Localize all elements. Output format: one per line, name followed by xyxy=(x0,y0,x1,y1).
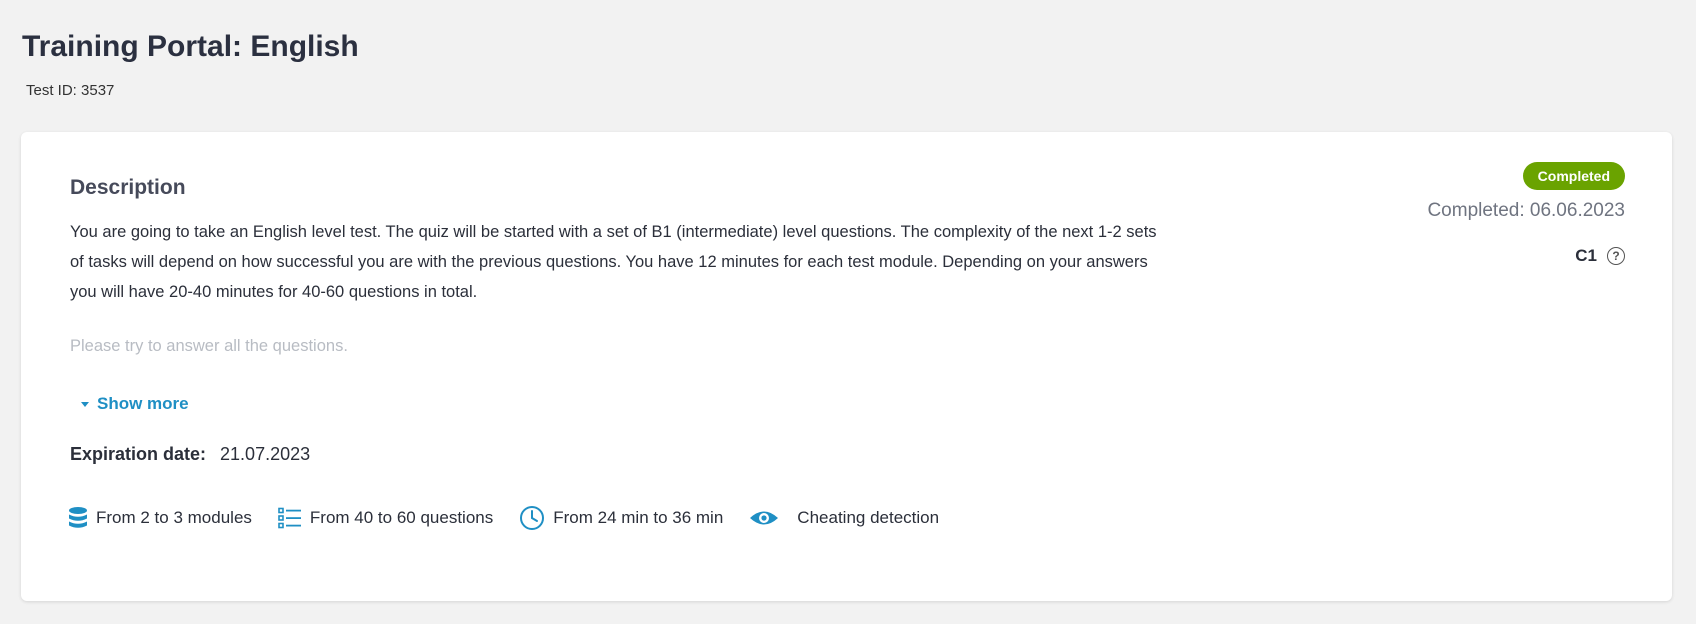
feature-modules-label: From 2 to 3 modules xyxy=(96,508,252,527)
help-icon[interactable]: ? xyxy=(1607,247,1625,265)
feature-questions-label: From 40 to 60 questions xyxy=(309,508,494,527)
page: Training Portal: English Test ID: 3537 D… xyxy=(0,0,1696,624)
test-card: Description You are going to take an Eng… xyxy=(21,132,1672,601)
level-value: C1 xyxy=(1575,246,1597,265)
show-more-button[interactable]: Show more xyxy=(81,394,189,414)
clock-icon xyxy=(519,505,545,531)
eye-icon xyxy=(749,508,779,528)
expiration-label: Expiration date: xyxy=(70,444,207,464)
database-icon xyxy=(68,506,88,530)
feature-list: From 2 to 3 modules From 40 to 60 questi… xyxy=(68,505,965,531)
status-badge: Completed xyxy=(1522,162,1625,190)
feature-cheating-detection: Cheating detection xyxy=(749,508,939,528)
expiration-value: 21.07.2023 xyxy=(220,444,311,464)
description-heading: Description xyxy=(70,176,186,199)
feature-modules: From 2 to 3 modules xyxy=(68,506,252,530)
feature-questions: From 40 to 60 questions xyxy=(278,507,493,529)
page-title: Training Portal: English xyxy=(22,30,359,63)
show-more-label: Show more xyxy=(97,394,189,413)
test-id: Test ID: 3537 xyxy=(26,82,115,99)
feature-cheating-label: Cheating detection xyxy=(797,508,940,527)
description-text: You are going to take an English level t… xyxy=(70,223,1157,301)
description-faded-text: Please try to answer all the questions. xyxy=(70,337,348,355)
level-result: C1 ? xyxy=(1575,246,1625,266)
expiration-date: Expiration date: 21.07.2023 xyxy=(70,444,310,465)
list-icon xyxy=(278,507,302,529)
completed-date: Completed: 06.06.2023 xyxy=(1427,200,1625,221)
caret-down-icon xyxy=(81,401,89,407)
feature-duration: From 24 min to 36 min xyxy=(519,505,723,531)
feature-duration-label: From 24 min to 36 min xyxy=(553,508,724,527)
